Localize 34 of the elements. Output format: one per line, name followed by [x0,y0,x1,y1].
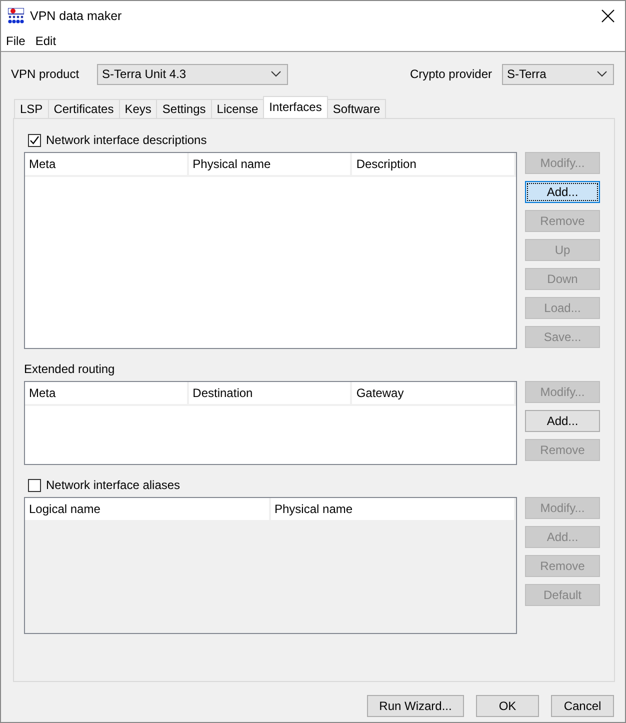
vpn-product-dropdown[interactable]: S-Terra Unit 4.3 [97,64,288,84]
tab[interactable]: Settings [156,99,212,118]
app-icon [8,8,24,24]
action-button[interactable]: Add... [525,181,600,203]
checkbox[interactable] [28,478,41,492]
action-button[interactable]: Add... [525,410,600,432]
column-header[interactable]: Meta [25,153,189,177]
tab[interactable]: LSP [14,99,49,118]
dialog-button[interactable]: OK [476,695,539,717]
list-view[interactable]: Meta Destination Gateway [24,381,517,465]
window-title: VPN data maker [30,9,123,23]
tab[interactable]: Keys [118,99,158,118]
chevron-down-icon [597,71,607,77]
section-label: Extended routing [24,362,115,376]
list-view[interactable]: Meta Physical name Description [24,152,517,349]
chevron-down-icon [271,71,282,77]
menu-item[interactable]: Edit [35,34,56,48]
column-header[interactable]: Description [352,153,516,177]
checkbox-label[interactable]: Network interface descriptions [46,133,207,147]
column-header[interactable]: Gateway [352,382,516,406]
checkbox[interactable] [28,134,41,146]
tab[interactable]: Interfaces [263,96,328,118]
close-icon[interactable] [601,9,615,23]
dialog-button[interactable]: Cancel [551,695,614,717]
column-header[interactable]: Physical name [188,153,352,177]
tab[interactable]: Software [326,99,386,118]
dialog-button[interactable]: Run Wizard... [367,695,464,717]
crypto-provider-label: Crypto provider [410,67,492,81]
vpn-product-label: VPN product [11,67,80,81]
checkbox-label[interactable]: Network interface aliases [46,478,180,492]
crypto-provider-dropdown[interactable]: S-Terra [502,64,614,84]
column-header[interactable]: Destination [188,382,352,406]
menu-item[interactable]: File [6,34,26,48]
column-header[interactable]: Meta [25,382,189,406]
